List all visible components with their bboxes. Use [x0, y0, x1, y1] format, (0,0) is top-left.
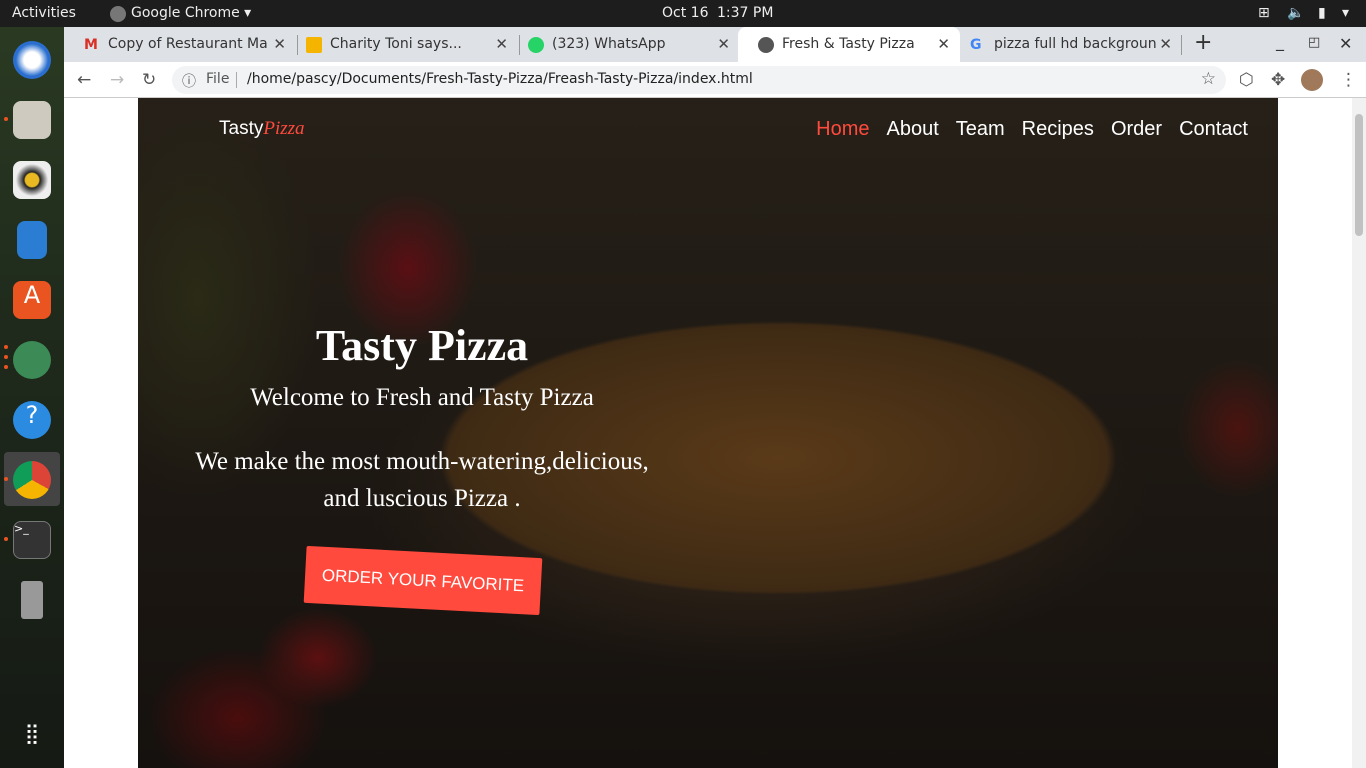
menu-kebab-icon[interactable]: ⋮ — [1340, 70, 1357, 90]
close-tab-icon[interactable]: ✕ — [937, 35, 950, 53]
nav-recipes[interactable]: Recipes — [1022, 118, 1094, 141]
network-icon[interactable]: ⊞ — [1258, 5, 1270, 21]
app-name: Google Chrome — [131, 5, 240, 21]
nav-team[interactable]: Team — [956, 118, 1005, 141]
files-icon[interactable] — [13, 101, 51, 139]
terminal-icon[interactable]: >_ — [13, 521, 51, 559]
system-menu-chevron-icon[interactable]: ▾ — [1342, 5, 1349, 21]
whatsapp-icon — [528, 37, 544, 53]
volume-icon[interactable]: 🔈 — [1287, 5, 1304, 21]
atom-icon[interactable] — [13, 341, 51, 379]
tab-title: (323) WhatsApp — [552, 36, 666, 52]
close-tab-icon[interactable]: ✕ — [273, 35, 286, 53]
url-text[interactable]: /home/pascy/Documents/Fresh-Tasty-Pizza/… — [247, 71, 753, 87]
gmail-icon: M — [84, 37, 98, 53]
rhythmbox-icon[interactable] — [13, 161, 51, 199]
minimize-button[interactable]: _ — [1276, 32, 1284, 51]
tab-slides[interactable]: Charity Toni says... ✕ — [286, 27, 518, 62]
new-tab-button[interactable]: + — [1194, 30, 1212, 55]
tab-gmail[interactable]: M Copy of Restaurant Ma ✕ — [64, 27, 296, 62]
scheme-label: File — [206, 71, 230, 87]
reload-button[interactable]: ↻ — [142, 70, 156, 90]
date: Oct 16 — [662, 5, 709, 21]
close-tab-icon[interactable]: ✕ — [495, 35, 508, 53]
google-icon: G — [970, 37, 982, 53]
tab-fresh-tasty-pizza[interactable]: Fresh & Tasty Pizza ✕ — [738, 27, 960, 62]
tab-strip: M Copy of Restaurant Ma ✕ Charity Toni say… — [64, 27, 1366, 62]
battery-icon[interactable]: ▮ — [1318, 5, 1326, 21]
hero-text-line1: We make the most mouth-watering,deliciou… — [195, 448, 649, 475]
site-navbar: TastyPizza Home About Team Recipes Order… — [138, 118, 1278, 148]
close-tab-icon[interactable]: ✕ — [717, 35, 730, 53]
hero-title: Tasty Pizza — [315, 321, 529, 370]
chrome-app-icon — [110, 6, 126, 22]
tab-title: pizza full hd backgroun — [994, 36, 1157, 52]
hero-section: TastyPizza Home About Team Recipes Order… — [138, 98, 1278, 768]
app-grid-icon[interactable]: ⣿ — [13, 721, 51, 759]
scrollbar-thumb[interactable] — [1355, 114, 1363, 236]
site-logo[interactable]: TastyPizza — [219, 118, 305, 140]
globe-icon — [758, 37, 774, 53]
thunderbird-icon[interactable] — [13, 41, 51, 79]
info-icon[interactable]: ⓘ — [182, 71, 196, 91]
clock: 1:37 PM — [717, 5, 774, 21]
activities-button[interactable]: Activities — [12, 5, 76, 21]
bookmark-star-icon[interactable]: ☆ — [1201, 69, 1216, 89]
help-icon[interactable]: ? — [13, 401, 51, 439]
restore-button[interactable]: ◰ — [1308, 35, 1320, 50]
slides-icon — [306, 37, 322, 53]
logo-text: Tasty — [219, 118, 264, 139]
device-icon[interactable] — [21, 581, 43, 619]
nav-home[interactable]: Home — [816, 118, 869, 141]
hero-subtitle: Welcome to Fresh and Tasty Pizza — [250, 384, 594, 411]
writer-icon[interactable] — [17, 221, 47, 259]
extensions-puzzle-icon[interactable]: ✥ — [1271, 70, 1285, 90]
chrome-icon[interactable] — [13, 461, 51, 499]
tab-google-search[interactable]: Gpizza full hd backgroun ✕ — [950, 27, 1182, 62]
software-center-icon[interactable]: A — [13, 281, 51, 319]
nav-about[interactable]: About — [887, 118, 939, 141]
dock: A ? >_ ⣿ — [0, 27, 64, 768]
hero-text-line2: and luscious Pizza . — [323, 485, 521, 512]
page-viewport: TastyPizza Home About Team Recipes Order… — [64, 98, 1352, 768]
tab-title: Fresh & Tasty Pizza — [782, 36, 915, 52]
back-button[interactable]: ← — [77, 70, 91, 90]
app-menu[interactable]: Google Chrome ▾ — [131, 5, 251, 21]
tab-whatsapp[interactable]: (323) WhatsApp ✕ — [508, 27, 740, 62]
tab-title: Charity Toni says... — [330, 36, 462, 52]
profile-avatar[interactable] — [1301, 69, 1323, 91]
order-your-favorite-button[interactable]: ORDER YOUR FAVORITE — [303, 545, 543, 616]
close-tab-icon[interactable]: ✕ — [1159, 35, 1172, 53]
close-window-button[interactable]: ✕ — [1339, 34, 1352, 53]
nav-contact[interactable]: Contact — [1179, 118, 1248, 141]
toolbar: ← → ↻ ⓘ File /home/pascy/Documents/Fresh… — [64, 62, 1366, 98]
scrollbar[interactable] — [1352, 98, 1366, 768]
system-top-bar: Activities Google Chrome ▾ Oct 16 1:37 P… — [0, 0, 1366, 27]
nav-menu: Home About Team Recipes Order Contact — [816, 118, 1248, 141]
address-bar[interactable]: ⓘ File /home/pascy/Documents/Fresh-Tasty… — [172, 66, 1226, 94]
forward-button[interactable]: → — [110, 70, 124, 90]
tab-title: Copy of Restaurant Ma — [108, 36, 268, 52]
extension-cube-icon[interactable]: ⬡ — [1239, 70, 1254, 90]
logo-accent-text: Pizza — [263, 118, 305, 139]
nav-order[interactable]: Order — [1111, 118, 1162, 141]
